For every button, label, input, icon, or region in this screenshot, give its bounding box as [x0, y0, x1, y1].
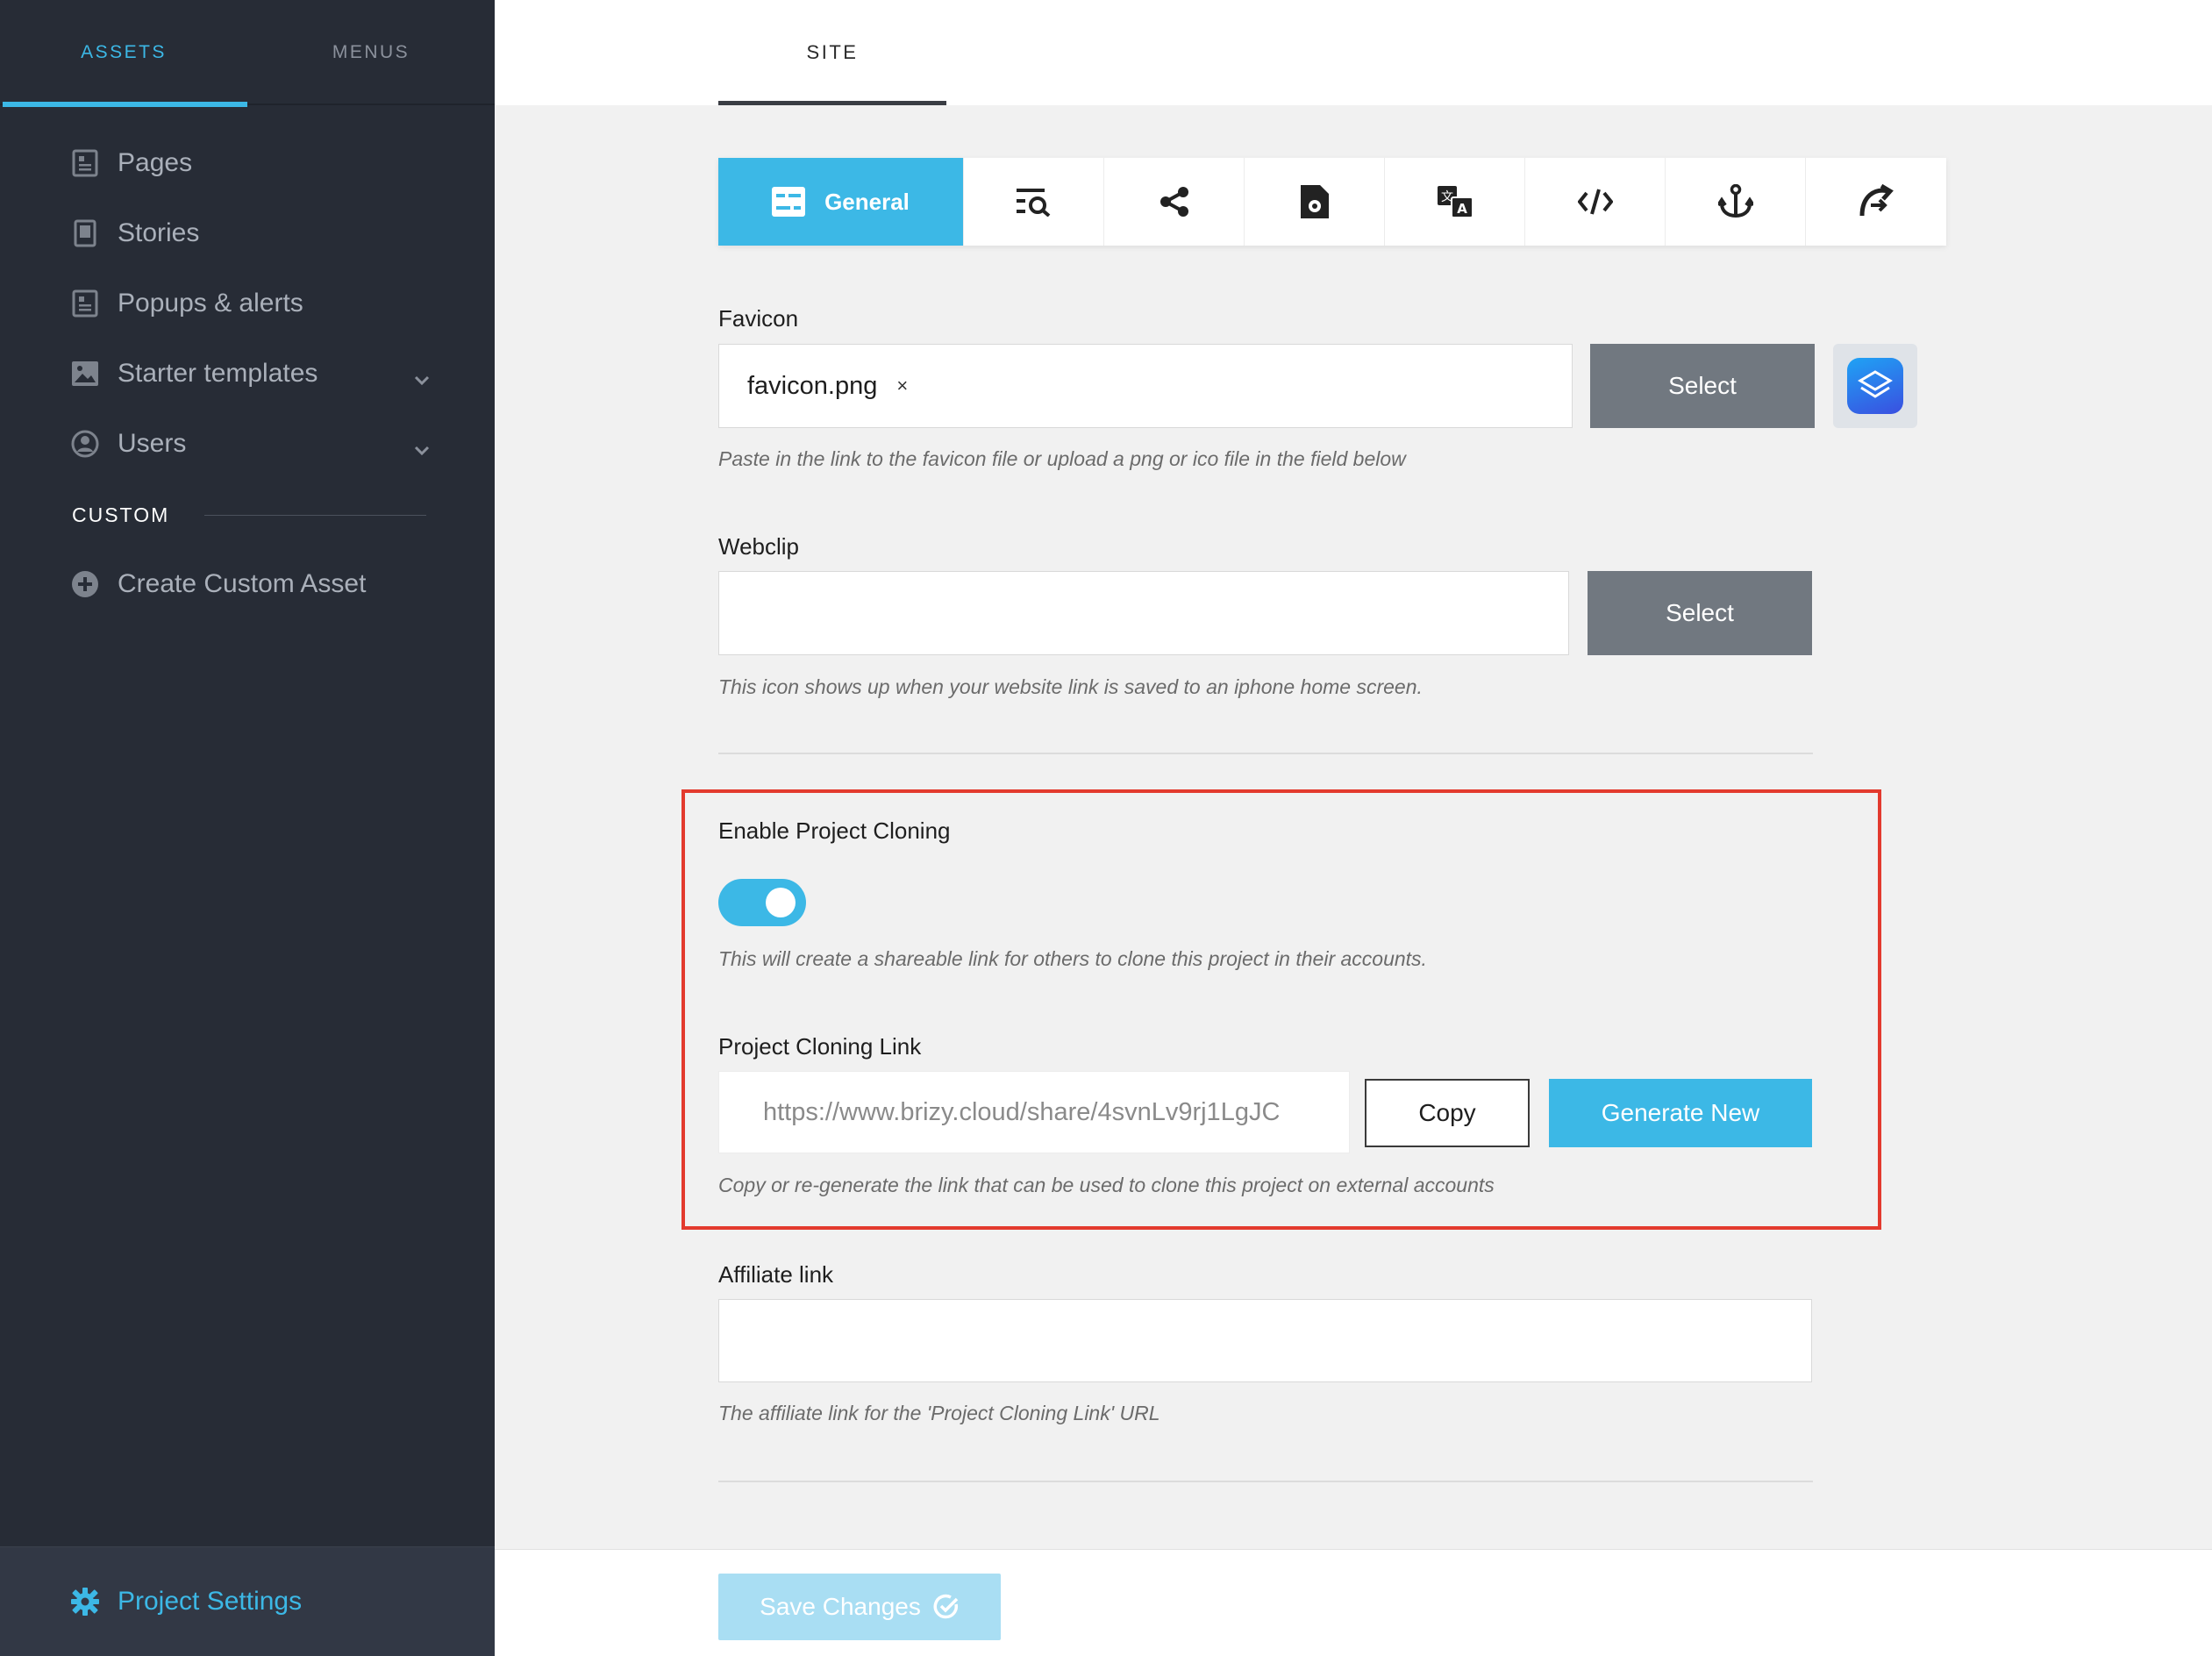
- chevron-down-icon[interactable]: [414, 433, 430, 463]
- webclip-select-button[interactable]: Select: [1588, 571, 1812, 655]
- user-icon: [70, 429, 100, 459]
- sidebar-footer: Project Settings: [0, 1546, 495, 1656]
- tab-redirect[interactable]: [1806, 158, 1946, 246]
- webclip-help: This icon shows up when your website lin…: [718, 675, 1423, 698]
- favicon-field[interactable]: favicon.png ×: [718, 344, 1573, 428]
- share-icon: [1160, 187, 1188, 217]
- sidebar: ASSETS MENUS Pages Stories Popups & aler…: [0, 0, 495, 1656]
- story-icon: [70, 218, 100, 248]
- webclip-field[interactable]: [718, 571, 1569, 655]
- tab-general[interactable]: General: [718, 158, 964, 246]
- create-custom-asset-label: Create Custom Asset: [118, 569, 367, 598]
- favicon-label: Favicon: [718, 305, 799, 332]
- section-divider: [204, 514, 426, 516]
- code-icon: [1577, 189, 1613, 215]
- sidebar-item-label: Stories: [118, 218, 200, 247]
- copy-button[interactable]: Copy: [1365, 1079, 1530, 1147]
- tab-file-settings[interactable]: [1245, 158, 1385, 246]
- sidebar-item-popups[interactable]: Popups & alerts: [70, 277, 430, 330]
- gear-icon: [70, 1587, 100, 1617]
- webclip-label: Webclip: [718, 533, 800, 560]
- cloning-link-help: Copy or re-generate the link that can be…: [718, 1174, 1495, 1196]
- save-changes-label: Save Changes: [760, 1593, 921, 1620]
- highlight-box: [681, 789, 1881, 1230]
- sidebar-item-label: Starter templates: [118, 359, 318, 388]
- favicon-filename: favicon.png: [747, 371, 878, 400]
- tab-menus[interactable]: MENUS: [247, 0, 495, 105]
- check-circle-icon: [933, 1594, 960, 1620]
- svg-text:A: A: [1457, 201, 1467, 217]
- tab-social[interactable]: [1104, 158, 1245, 246]
- image-icon: [70, 359, 100, 389]
- remove-favicon-icon[interactable]: ×: [896, 375, 908, 397]
- file-settings-icon: [1300, 185, 1329, 218]
- section-divider: [718, 753, 1813, 754]
- tab-anchor[interactable]: [1666, 158, 1806, 246]
- tab-seo[interactable]: [964, 158, 1104, 246]
- plus-circle-icon: [70, 569, 100, 599]
- chevron-down-icon[interactable]: [414, 363, 430, 393]
- tab-code[interactable]: [1525, 158, 1666, 246]
- save-changes-button[interactable]: Save Changes: [718, 1574, 1001, 1640]
- generate-new-button[interactable]: Generate New: [1549, 1079, 1812, 1147]
- sidebar-item-label: Users: [118, 429, 187, 458]
- affiliate-help: The affiliate link for the 'Project Clon…: [718, 1402, 1160, 1424]
- cloning-toggle[interactable]: [718, 879, 806, 926]
- section-divider: [718, 1481, 1813, 1482]
- sidebar-item-stories[interactable]: Stories: [70, 207, 430, 260]
- favicon-preview: [1833, 344, 1917, 428]
- cloning-link-label: Project Cloning Link: [718, 1033, 922, 1060]
- tab-general-label: General: [824, 188, 910, 215]
- create-custom-asset-button[interactable]: Create Custom Asset: [70, 558, 430, 610]
- popup-icon: [70, 289, 100, 318]
- project-settings-label: Project Settings: [118, 1587, 303, 1616]
- tab-translate[interactable]: 文A: [1385, 158, 1525, 246]
- section-custom: CUSTOM: [72, 502, 426, 528]
- sidebar-item-starter-templates[interactable]: Starter templates: [70, 347, 430, 400]
- seo-icon: [1016, 189, 1050, 217]
- tab-site[interactable]: SITE: [718, 0, 946, 105]
- affiliate-field[interactable]: [718, 1299, 1812, 1382]
- section-title: CUSTOM: [72, 503, 170, 526]
- translate-icon: 文A: [1437, 186, 1473, 218]
- redirect-icon: [1859, 184, 1894, 217]
- favicon-select-button[interactable]: Select: [1590, 344, 1815, 428]
- sidebar-item-pages[interactable]: Pages: [70, 137, 430, 189]
- sidebar-tabs: ASSETS MENUS: [0, 0, 495, 107]
- toggle-knob: [766, 888, 796, 917]
- layers-logo-icon: [1847, 358, 1903, 414]
- sidebar-item-label: Popups & alerts: [118, 289, 303, 318]
- settings-tabs: General 文A: [718, 158, 1946, 246]
- tab-assets[interactable]: ASSETS: [0, 0, 247, 107]
- cloning-help: This will create a shareable link for ot…: [718, 947, 1427, 970]
- cloning-link-input[interactable]: [763, 1072, 1309, 1153]
- top-bar: SITE: [495, 0, 2212, 105]
- cloning-link-field[interactable]: [718, 1071, 1350, 1153]
- sidebar-item-users[interactable]: Users: [70, 418, 430, 470]
- affiliate-label: Affiliate link: [718, 1261, 834, 1288]
- sidebar-item-label: Pages: [118, 148, 193, 177]
- project-settings-button[interactable]: Project Settings: [70, 1575, 430, 1628]
- cloning-label: Enable Project Cloning: [718, 817, 951, 844]
- page-icon: [70, 148, 100, 178]
- favicon-help: Paste in the link to the favicon file or…: [718, 447, 1406, 470]
- general-icon: [772, 187, 806, 217]
- bottom-bar: Save Changes: [495, 1549, 2212, 1656]
- anchor-icon: [1717, 184, 1753, 218]
